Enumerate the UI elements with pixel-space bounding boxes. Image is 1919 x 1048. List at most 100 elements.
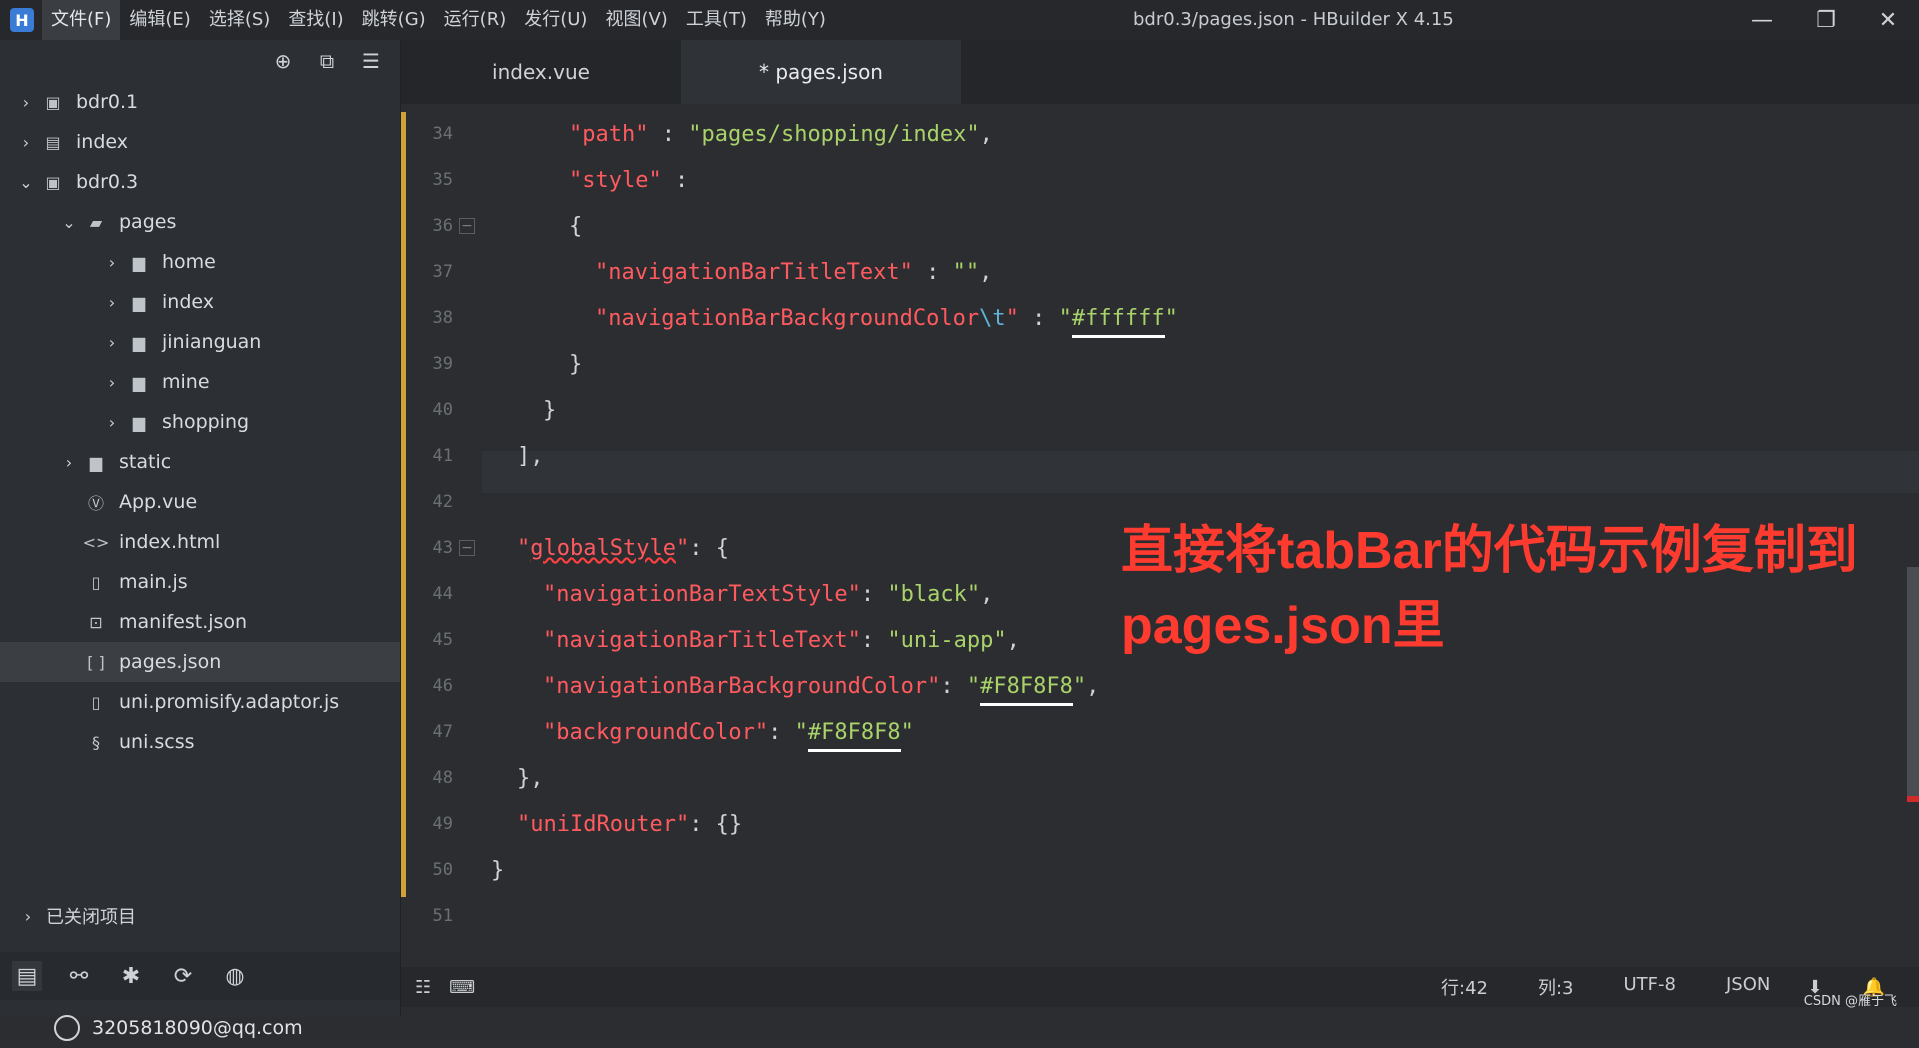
tree-item[interactable]: › ▆ shopping (0, 402, 400, 442)
line-number: 50 (432, 860, 453, 880)
project-tree: › ▣ bdr0.1 › ▤ index ⌄ ▣ bdr0.3 ⌄ ▰ pages › ▆ home › ▆ in… (0, 82, 400, 762)
chevron-right-icon[interactable]: › (59, 452, 79, 472)
code-token: "" (952, 260, 980, 285)
hbuilder-logo-icon: H (10, 8, 34, 32)
code-token: : (768, 720, 795, 745)
line-number: 35 (432, 170, 453, 190)
menu-item[interactable]: 文件(F) (42, 0, 121, 40)
code-token: " (900, 720, 914, 745)
tree-item-label: manifest.json (119, 611, 248, 633)
code-token: : (1018, 306, 1059, 331)
menu-item[interactable]: 选择(S) (200, 0, 279, 40)
tree-item[interactable]: § uni.scss (0, 722, 400, 762)
sidebar-bottom-toolbar: ▤ ⚯ ✱ ⟳ ◍ (0, 952, 400, 1000)
minimize-button[interactable]: — (1732, 0, 1792, 40)
cursor-col[interactable]: 列:3 (1538, 974, 1574, 1000)
menu-item[interactable]: 帮助(Y) (756, 0, 835, 40)
js-file-icon: ▯ (91, 692, 101, 712)
crosshair-icon[interactable]: ⊕ (270, 48, 296, 74)
menu-item[interactable]: 工具(T) (677, 0, 756, 40)
file-encoding[interactable]: UTF-8 (1624, 974, 1676, 1000)
tree-item[interactable]: › ▣ bdr0.1 (0, 82, 400, 122)
code-token: : {} (689, 812, 743, 837)
tree-item[interactable]: › ▆ static (0, 442, 400, 482)
tree-item-label: jinianguan (162, 331, 262, 353)
code-token: : (648, 122, 689, 147)
sidebar-toolbar: ⊕ ⧉ ☰ (270, 48, 384, 74)
code-token: : (661, 168, 689, 193)
code-line: 39} (401, 342, 1901, 388)
editor-tab[interactable]: * pages.json (681, 40, 961, 104)
vertical-scrollbar[interactable] (1907, 567, 1919, 797)
code-token: #F8F8F8 (980, 674, 1073, 706)
chevron-right-icon[interactable]: › (102, 292, 122, 312)
cursor-line[interactable]: 行:42 (1441, 974, 1488, 1000)
fold-minus-icon[interactable]: − (459, 540, 475, 556)
tree-item[interactable]: ⌄ ▣ bdr0.3 (0, 162, 400, 202)
tree-item[interactable]: › ▆ jinianguan (0, 322, 400, 362)
editor-area: index.vue * pages.json 34 "path" : "pages/… (401, 40, 1919, 967)
chevron-down-icon[interactable]: ⌄ (16, 172, 36, 192)
tree-item[interactable]: ⌄ ▰ pages (0, 202, 400, 242)
code-line: 36− { (401, 204, 1901, 250)
tree-item[interactable]: <> index.html (0, 522, 400, 562)
language-mode[interactable]: JSON (1726, 974, 1770, 1000)
code-line: 37 "navigationBarTitleText" : "", (401, 250, 1901, 296)
bug-icon[interactable]: ✱ (116, 961, 146, 991)
menu-item[interactable]: 编辑(E) (120, 0, 199, 40)
chevron-right-icon[interactable]: › (16, 132, 36, 152)
code-token: } (491, 858, 505, 883)
tree-item[interactable]: [ ] pages.json (0, 642, 400, 682)
close-button[interactable]: ✕ (1858, 0, 1918, 40)
globe-icon[interactable]: ◍ (220, 961, 250, 991)
code-text: } (543, 398, 556, 423)
code-line: 49 "uniIdRouter": {} (401, 802, 1901, 848)
line-number: 46 (432, 676, 453, 696)
code-text: "navigationBarTextStyle": "black", (543, 582, 993, 607)
chevron-right-icon[interactable]: › (102, 332, 122, 352)
line-number: 47 (432, 722, 453, 742)
chevron-right-icon[interactable]: › (102, 412, 122, 432)
explorer-icon[interactable]: ▤ (12, 961, 42, 991)
fold-minus-icon[interactable]: − (459, 218, 475, 234)
tree-item-label: home (162, 251, 216, 273)
chevron-down-icon[interactable]: ⌄ (59, 212, 79, 232)
chevron-right-icon[interactable]: › (102, 372, 122, 392)
menu-bar: 文件(F) 编辑(E) 选择(S) 查找(I) 跳转(G) 运行(R) 发行(U) 视图(V)… (42, 0, 835, 40)
close-icon: ✕ (1878, 7, 1898, 33)
chevron-right-icon[interactable]: › (16, 92, 36, 112)
chevron-right-icon: › (24, 906, 32, 926)
editor-tab[interactable]: index.vue (401, 40, 681, 104)
tree-item[interactable]: ▯ uni.promisify.adaptor.js (0, 682, 400, 722)
tree-item[interactable]: › ▆ home (0, 242, 400, 282)
account[interactable]: 3205818090@qq.com (0, 1008, 400, 1048)
menu-item[interactable]: 查找(I) (279, 0, 352, 40)
restore-button[interactable]: ❐ (1796, 0, 1856, 40)
tree-item[interactable]: Ⓥ App.vue (0, 482, 400, 522)
menu-item[interactable]: 视图(V) (596, 0, 676, 40)
file-copy-icon[interactable]: ⧉ (314, 48, 340, 74)
code-line: 48}, (401, 756, 1901, 802)
terminal-icon[interactable]: ⌨ (449, 977, 475, 998)
tree-item[interactable]: › ▤ index (0, 122, 400, 162)
menu-item[interactable]: 跳转(G) (353, 0, 435, 40)
menu-icon[interactable]: ☰ (358, 48, 384, 74)
binoculars-icon[interactable]: ⚯ (64, 961, 94, 991)
chevron-right-icon[interactable]: › (102, 252, 122, 272)
git-icon[interactable]: ⟳ (168, 961, 198, 991)
tree-item[interactable]: ▯ main.js (0, 562, 400, 602)
code-token: " (1072, 674, 1087, 699)
closed-projects[interactable]: › 已关闭项目 (0, 896, 400, 936)
tree-item[interactable]: › ▆ mine (0, 362, 400, 402)
tree-item[interactable]: › ▆ index (0, 282, 400, 322)
menu-item[interactable]: 发行(U) (515, 0, 596, 40)
code-token: "backgroundColor" (543, 720, 769, 745)
tree-item[interactable]: ⊡ manifest.json (0, 602, 400, 642)
code-token: " (966, 674, 981, 699)
list-icon[interactable]: ☷ (415, 977, 431, 998)
json-file-icon: [ ] (87, 652, 105, 672)
code-token: ], (517, 444, 544, 469)
menu-item[interactable]: 运行(R) (435, 0, 516, 40)
